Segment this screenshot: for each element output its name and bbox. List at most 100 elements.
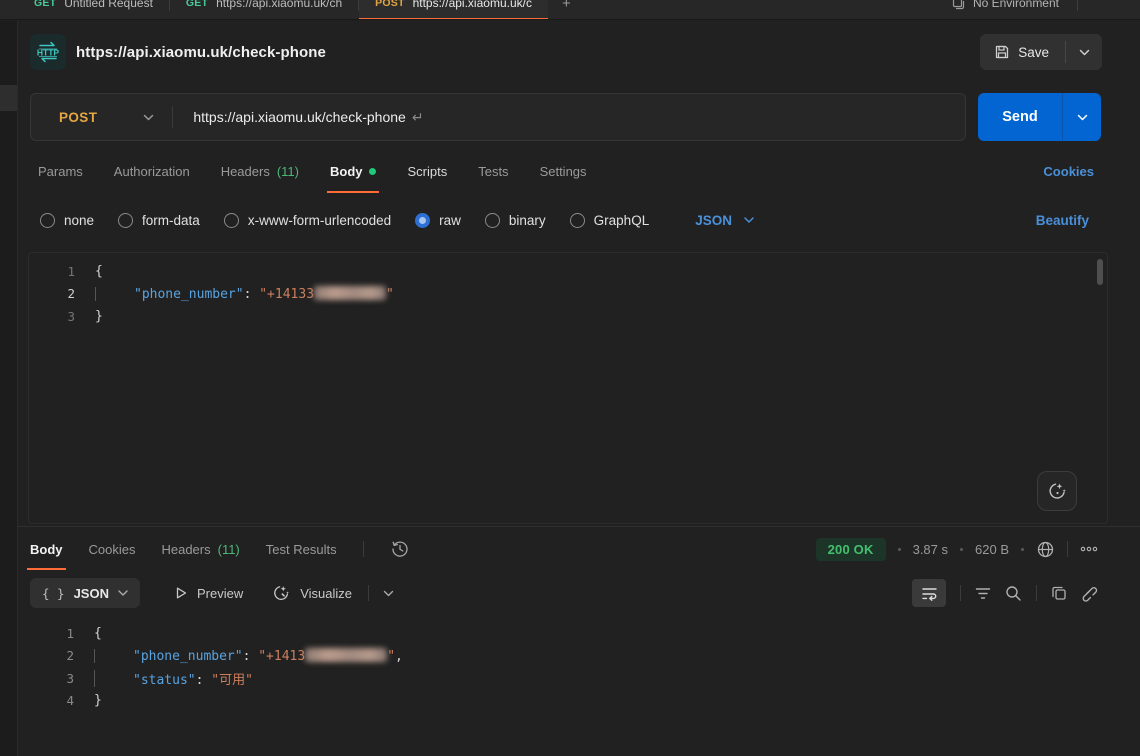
save-icon bbox=[994, 44, 1010, 60]
save-button[interactable]: Save bbox=[980, 34, 1065, 70]
filter-button[interactable] bbox=[975, 587, 991, 600]
line-number: 1 bbox=[29, 264, 75, 279]
tab-tests[interactable]: Tests bbox=[478, 146, 508, 196]
response-header: Body Cookies Headers (11) Test Results 2… bbox=[18, 527, 1140, 571]
request-title: https://api.xiaomu.uk/check-phone bbox=[76, 21, 326, 84]
json-value: "+14133 bbox=[259, 287, 314, 302]
postbot-button[interactable] bbox=[1037, 471, 1077, 511]
network-info-button[interactable] bbox=[1036, 540, 1055, 559]
response-tab-body[interactable]: Body bbox=[30, 527, 63, 571]
response-format-dropdown[interactable]: { } JSON bbox=[30, 578, 140, 608]
tab-label: Authorization bbox=[114, 164, 190, 179]
word-wrap-button[interactable] bbox=[912, 579, 946, 607]
headers-count-badge: (11) bbox=[218, 542, 240, 557]
code-token: } bbox=[94, 693, 102, 708]
environment-icon bbox=[952, 0, 965, 10]
radio-binary[interactable]: binary bbox=[485, 213, 546, 228]
send-options-button[interactable] bbox=[1063, 93, 1101, 141]
visualize-label: Visualize bbox=[300, 586, 352, 601]
request-tab-active[interactable]: POST https://api.xiaomu.uk/c bbox=[359, 0, 548, 20]
tab-params[interactable]: Params bbox=[38, 146, 83, 196]
radio-none[interactable]: none bbox=[40, 213, 94, 228]
radio-circle bbox=[118, 213, 133, 228]
cookies-link[interactable]: Cookies bbox=[1043, 146, 1094, 196]
code-token: : bbox=[243, 649, 259, 664]
visualize-sparkle-icon bbox=[271, 583, 291, 603]
tab-scripts[interactable]: Scripts bbox=[407, 146, 447, 196]
response-body-editor[interactable]: 1 { 2 "phone_number": "+1413", 3 "status… bbox=[28, 615, 1108, 756]
radio-label: binary bbox=[509, 213, 546, 228]
line-number: 3 bbox=[28, 671, 74, 686]
radio-urlencoded[interactable]: x-www-form-urlencoded bbox=[224, 213, 391, 228]
response-more-options-button[interactable] bbox=[1080, 546, 1098, 552]
response-meta: 200 OK 3.87 s 620 B bbox=[816, 527, 1098, 571]
separator bbox=[1067, 541, 1068, 557]
radio-form-data[interactable]: form-data bbox=[118, 213, 200, 228]
response-history-button[interactable] bbox=[390, 539, 410, 559]
editor-scrollbar[interactable] bbox=[1097, 259, 1103, 285]
history-clock-icon bbox=[390, 539, 410, 559]
response-tab-headers[interactable]: Headers (11) bbox=[161, 527, 239, 571]
new-tab-button[interactable]: + bbox=[548, 0, 585, 12]
tab-label: Headers bbox=[161, 542, 210, 557]
raw-format-dropdown[interactable]: JSON bbox=[695, 213, 754, 228]
json-key: "phone_number" bbox=[134, 287, 244, 302]
response-tab-test-results[interactable]: Test Results bbox=[266, 527, 337, 571]
code-token: { bbox=[94, 626, 102, 641]
code-line: 3 "status": "可用" bbox=[28, 667, 1108, 690]
save-options-button[interactable] bbox=[1066, 34, 1102, 70]
radio-label: none bbox=[64, 213, 94, 228]
separator bbox=[1036, 585, 1037, 601]
sidebar-toggle-handle[interactable] bbox=[0, 85, 17, 111]
body-type-row: none form-data x-www-form-urlencoded raw… bbox=[18, 198, 1140, 242]
topbar-separator bbox=[1077, 0, 1078, 11]
response-controls: { } JSON Preview Visualize bbox=[18, 571, 1140, 615]
save-label: Save bbox=[1018, 45, 1049, 60]
environment-label: No Environment bbox=[973, 0, 1059, 10]
url-input[interactable]: https://api.xiaomu.uk/check-phone↵ bbox=[173, 109, 965, 126]
view-options-button[interactable] bbox=[383, 590, 394, 597]
redacted-text bbox=[314, 286, 386, 300]
request-tab-get-xiaomu[interactable]: GET https://api.xiaomu.uk/ch bbox=[170, 0, 358, 20]
tab-body[interactable]: Body bbox=[330, 146, 377, 196]
tab-label: Cookies bbox=[89, 542, 136, 557]
status-badge[interactable]: 200 OK bbox=[816, 538, 886, 561]
tab-label: Settings bbox=[540, 164, 587, 179]
copy-button[interactable] bbox=[1051, 585, 1067, 601]
radio-graphql[interactable]: GraphQL bbox=[570, 213, 650, 228]
separator bbox=[960, 585, 961, 601]
format-label: JSON bbox=[695, 213, 732, 228]
tab-label: Body bbox=[30, 542, 63, 557]
code-token: : bbox=[196, 673, 212, 688]
send-button-group: Send bbox=[978, 93, 1101, 141]
line-number: 4 bbox=[28, 693, 74, 708]
search-button[interactable] bbox=[1005, 585, 1022, 602]
tab-label: Headers bbox=[221, 164, 270, 179]
radio-raw[interactable]: raw bbox=[415, 213, 461, 228]
tab-headers[interactable]: Headers (11) bbox=[221, 146, 299, 196]
visualize-button[interactable]: Visualize bbox=[271, 583, 352, 603]
response-time[interactable]: 3.87 s bbox=[913, 542, 948, 557]
indent-guide bbox=[95, 287, 96, 301]
preview-button[interactable]: Preview bbox=[174, 586, 243, 601]
environment-selector[interactable]: No Environment bbox=[952, 0, 1140, 20]
copy-link-button[interactable] bbox=[1081, 585, 1098, 602]
send-button[interactable]: Send bbox=[978, 93, 1062, 141]
tab-settings[interactable]: Settings bbox=[540, 146, 587, 196]
save-button-group: Save bbox=[980, 34, 1102, 70]
code-line: 1 { bbox=[28, 622, 1108, 645]
request-tab-untitled[interactable]: GET Untitled Request bbox=[18, 0, 169, 20]
response-size[interactable]: 620 B bbox=[975, 542, 1009, 557]
app-tab-bar: GET Untitled Request GET https://api.xia… bbox=[0, 0, 1140, 20]
method-dropdown[interactable]: POST bbox=[31, 110, 172, 125]
tab-label: Scripts bbox=[407, 164, 447, 179]
beautify-link[interactable]: Beautify bbox=[1036, 213, 1089, 228]
method-badge-get: GET bbox=[34, 0, 56, 9]
code-token: , bbox=[395, 649, 403, 664]
link-icon bbox=[1081, 585, 1098, 602]
chevron-down-icon bbox=[1077, 114, 1088, 121]
request-body-editor[interactable]: 1 { 2 "phone_number": "+14133" 3 } bbox=[28, 252, 1108, 524]
response-tab-cookies[interactable]: Cookies bbox=[89, 527, 136, 571]
tab-authorization[interactable]: Authorization bbox=[114, 146, 190, 196]
meta-separator-dot bbox=[960, 548, 963, 551]
